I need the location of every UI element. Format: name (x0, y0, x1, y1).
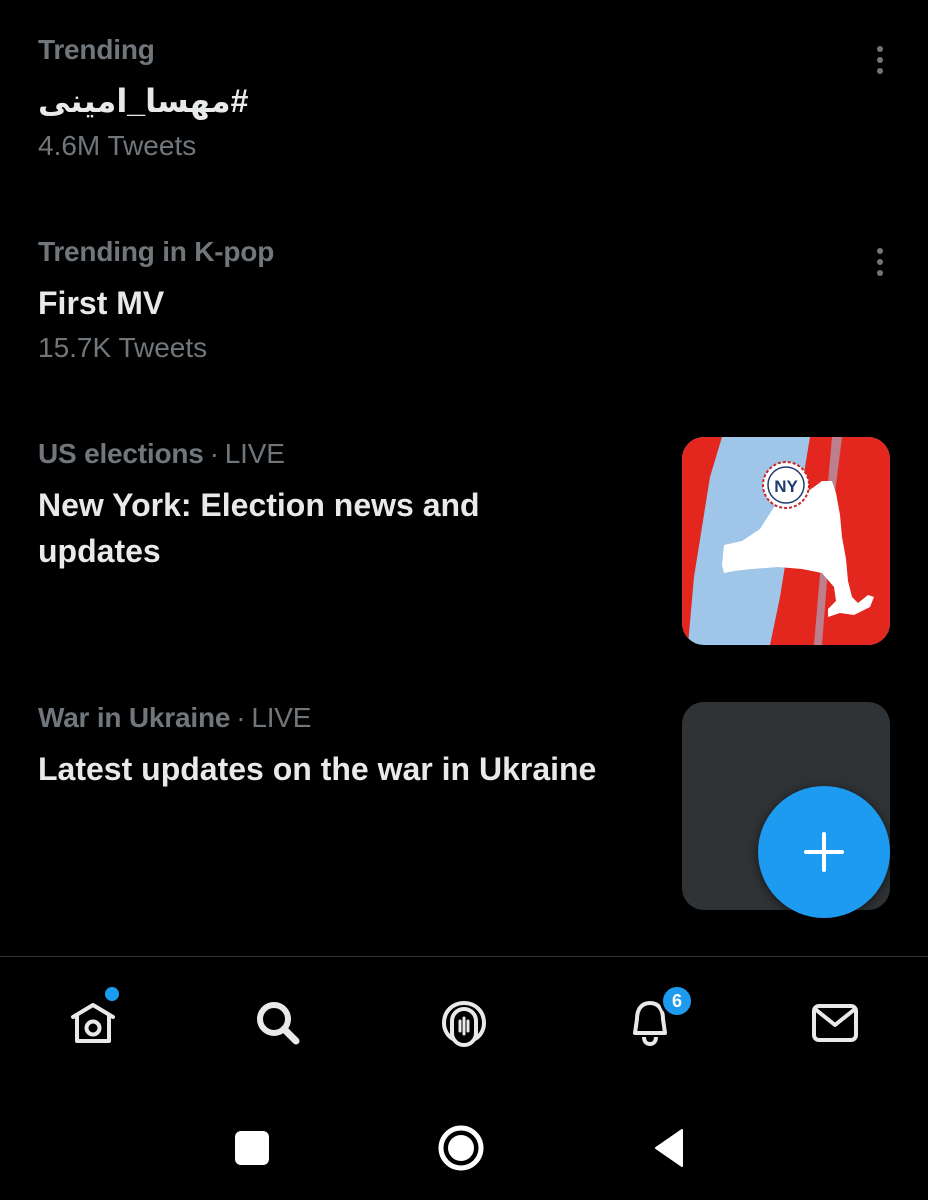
compose-tweet-button[interactable] (758, 786, 890, 918)
event-item[interactable]: War in Ukraine · LIVE Latest updates on th… (38, 702, 668, 792)
event-category: War in Ukraine (38, 702, 231, 733)
trend-item[interactable]: Trending #مهسا_امینی 4.6M Tweets (38, 34, 892, 162)
separator: · (236, 702, 246, 733)
home-circle-icon (438, 1125, 484, 1171)
trend-title: #مهسا_امینی (38, 83, 249, 119)
back-icon (655, 1129, 683, 1167)
event-title: New York: Election news and updates (38, 482, 668, 574)
plus-icon (804, 832, 844, 872)
search-icon (257, 1002, 300, 1045)
home-icon (71, 1003, 115, 1043)
nav-search[interactable] (218, 957, 338, 1089)
event-item[interactable]: US elections · LIVE New York: Election new… (38, 438, 668, 574)
trend-title: First MV (38, 285, 165, 321)
more-options-icon[interactable] (868, 240, 892, 284)
messages-icon (812, 1004, 858, 1042)
nav-home[interactable] (33, 957, 153, 1089)
trend-item[interactable]: Trending in K-pop First MV 15.7K Tweets (38, 236, 892, 364)
recent-apps-icon (235, 1131, 269, 1165)
bottom-navigation: 6 (0, 956, 928, 1089)
event-category: US elections (38, 438, 204, 469)
ny-map-image: NY (682, 437, 890, 645)
ny-badge-text: NY (774, 477, 798, 496)
event-title-line: New York: Election news and (38, 487, 480, 523)
event-title-line: updates (38, 533, 161, 569)
trend-context: Trending in K-pop (38, 236, 275, 267)
system-home-button[interactable] (421, 1108, 501, 1188)
live-label: LIVE (224, 438, 285, 469)
event-thumbnail[interactable]: NY (682, 437, 890, 645)
home-unread-dot (105, 987, 119, 1001)
notifications-badge: 6 (660, 984, 694, 1018)
nav-messages[interactable] (775, 957, 895, 1089)
event-title: Latest updates on the war in Ukraine (38, 751, 597, 787)
more-options-icon[interactable] (868, 38, 892, 82)
back-button[interactable] (630, 1108, 710, 1188)
system-navigation-bar (0, 1088, 928, 1200)
nav-notifications[interactable]: 6 (590, 957, 710, 1089)
trend-context: Trending (38, 34, 155, 65)
trend-count: 15.7K Tweets (38, 332, 208, 363)
trend-count: 4.6M Tweets (38, 130, 197, 161)
live-label: LIVE (251, 702, 312, 733)
recent-apps-button[interactable] (212, 1108, 292, 1188)
nav-spaces[interactable] (404, 957, 524, 1089)
spaces-icon (441, 1000, 487, 1047)
separator: · (209, 438, 219, 469)
